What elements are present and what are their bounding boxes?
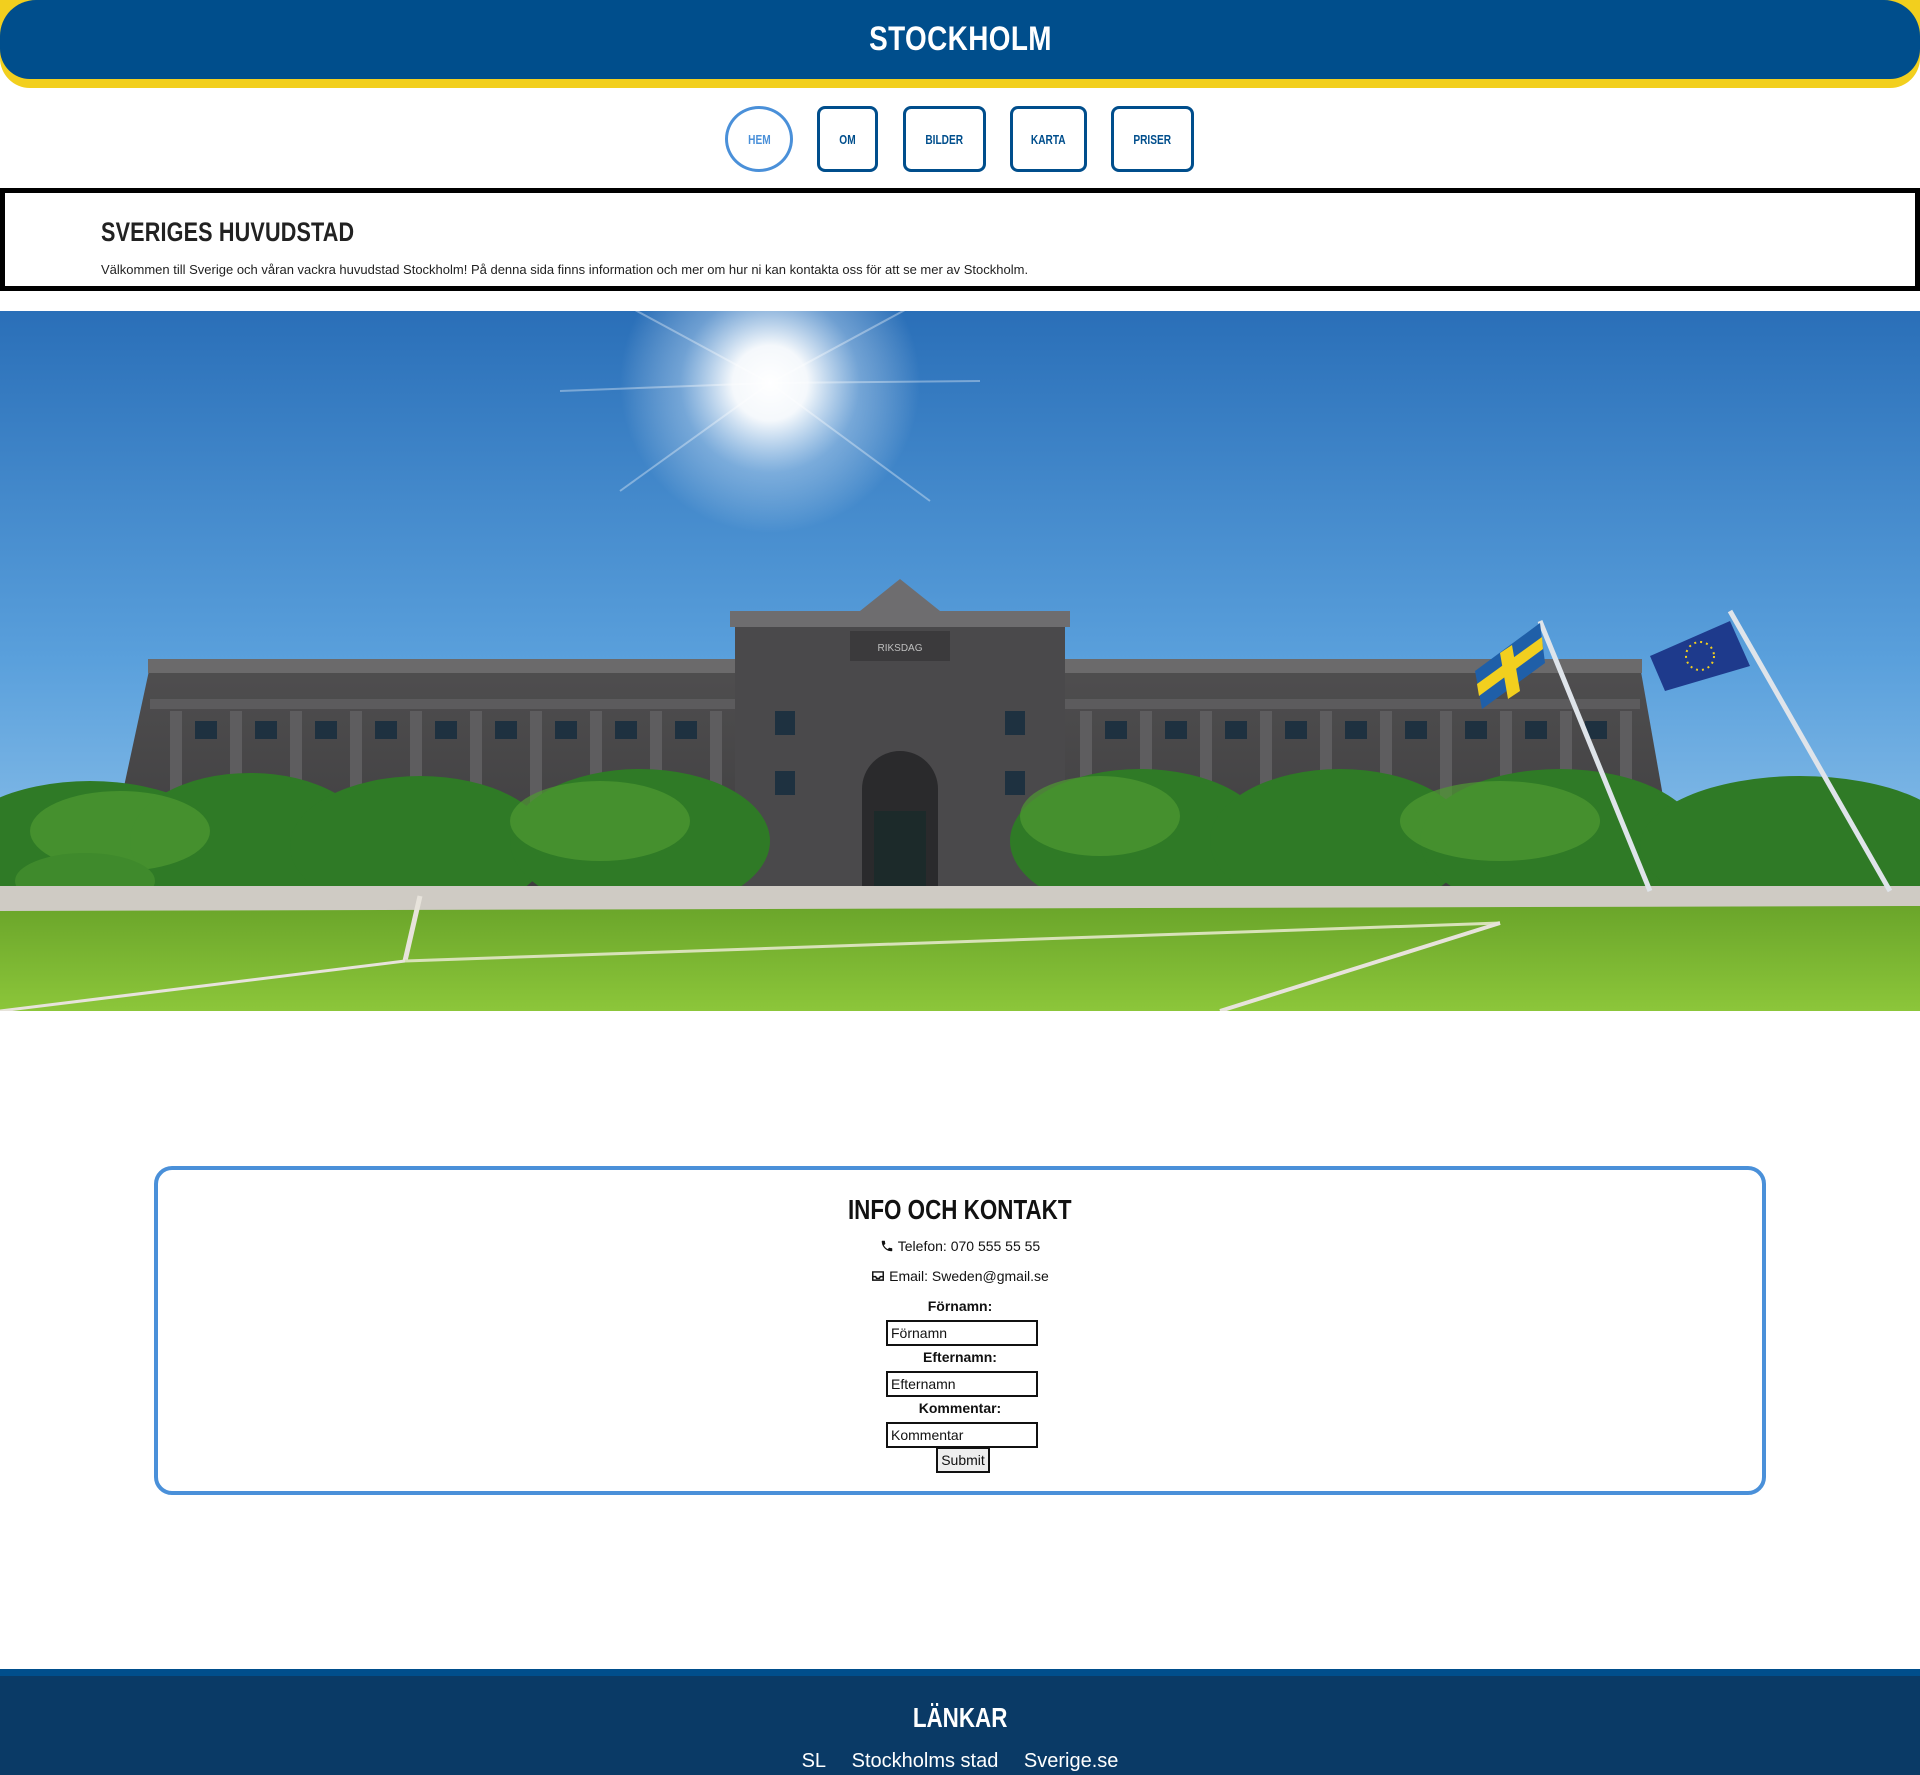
- nav-item-priser[interactable]: PRISER: [1111, 106, 1194, 172]
- lastname-input[interactable]: [886, 1371, 1038, 1397]
- intro-section: SVERIGES HUVUDSTAD Välkommen till Sverig…: [0, 188, 1920, 291]
- contact-email-text: Email: Sweden@gmail.se: [889, 1268, 1049, 1284]
- nav-item-hem[interactable]: HEM: [725, 106, 793, 172]
- header-bar: STOCKHOLM: [0, 0, 1920, 79]
- submit-button[interactable]: Submit: [936, 1447, 990, 1473]
- contact-heading-text: INFO OCH KONTAKT: [848, 1194, 1072, 1225]
- site-header: STOCKHOLM: [0, 0, 1920, 88]
- nav-item-karta[interactable]: KARTA: [1010, 106, 1087, 172]
- nav-item-label: OM: [839, 131, 856, 147]
- firstname-input[interactable]: [886, 1320, 1038, 1346]
- phone-icon: [881, 1240, 893, 1252]
- site-title: STOCKHOLM: [868, 20, 1052, 58]
- footer-link-stockholms-stad[interactable]: Stockholms stad: [852, 1750, 999, 1772]
- nav-item-label: HEM: [747, 131, 771, 147]
- nav-item-bilder[interactable]: BILDER: [903, 106, 986, 172]
- footer-link-sl[interactable]: SL: [802, 1750, 826, 1772]
- firstname-label: Förnamn:: [927, 1298, 993, 1314]
- site-footer: LÄNKAR SL Stockholms stad Sverige.se: [0, 1669, 1920, 1775]
- lastname-label: Efternamn:: [923, 1349, 997, 1365]
- comment-input[interactable]: [886, 1422, 1038, 1448]
- nav-item-om[interactable]: OM: [817, 106, 878, 172]
- main-nav: HEM OM BILDER KARTA PRISER: [0, 106, 1920, 172]
- intro-text: Välkommen till Sverige och våran vackra …: [101, 262, 1029, 277]
- facade-inscription: RIKSDAG: [877, 643, 922, 654]
- footer-heading: LÄNKAR: [0, 1702, 1920, 1734]
- hero-image-riksdag: RIKSDAG: [0, 311, 1920, 1011]
- contact-section: INFO OCH KONTAKT Telefon: 070 555 55 55 …: [154, 1166, 1766, 1495]
- comment-label: Kommentar:: [918, 1400, 1002, 1416]
- contact-phone: Telefon: 070 555 55 55: [158, 1238, 1762, 1254]
- inbox-icon: [872, 1271, 885, 1281]
- footer-heading-text: LÄNKAR: [912, 1702, 1008, 1733]
- footer-link-sverige-se[interactable]: Sverige.se: [1024, 1750, 1119, 1772]
- contact-phone-text: Telefon: 070 555 55 55: [897, 1238, 1041, 1254]
- nav-item-label: BILDER: [925, 131, 964, 147]
- contact-email: Email: Sweden@gmail.se: [158, 1268, 1762, 1284]
- footer-links: SL Stockholms stad Sverige.se: [0, 1750, 1920, 1773]
- nav-item-label: PRISER: [1133, 131, 1172, 147]
- intro-heading: SVERIGES HUVUDSTAD: [101, 217, 355, 247]
- nav-item-label: KARTA: [1031, 131, 1066, 147]
- contact-heading: INFO OCH KONTAKT: [158, 1194, 1762, 1226]
